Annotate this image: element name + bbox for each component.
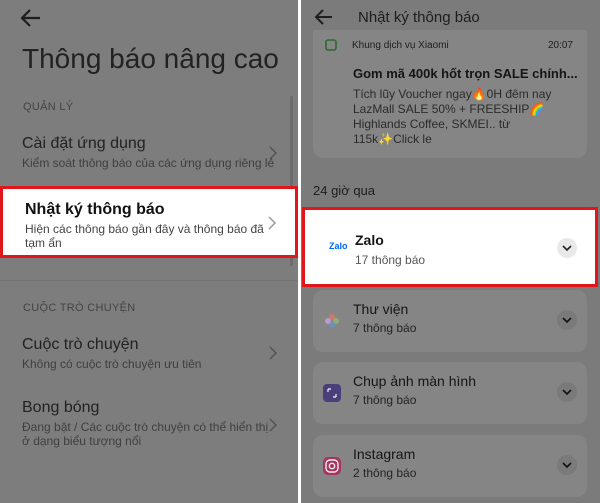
divider — [0, 280, 298, 281]
chevron-down-icon — [562, 317, 572, 324]
chevron-down-icon — [562, 462, 572, 469]
instagram-icon — [323, 457, 341, 475]
app-row-screenshot[interactable]: Chụp ảnh màn hình 7 thông báo — [313, 362, 587, 424]
notification-card[interactable]: Khung dịch vụ Xiaomi 20:07 Gom mã 400k h… — [313, 30, 587, 158]
gallery-icon — [325, 314, 339, 328]
app-name: Thư viện — [353, 301, 409, 317]
notification-body: Tích lũy Voucher ngay🔥0H đêm nay LazMall… — [353, 87, 552, 146]
notification-count: 2 thông báo — [353, 466, 417, 480]
back-arrow-icon[interactable] — [20, 8, 42, 28]
expand-button[interactable] — [557, 382, 577, 402]
notification-title: Gom mã 400k hốt trọn SALE chính... — [353, 66, 578, 81]
chevron-right-icon — [269, 346, 278, 360]
notification-app-name: Khung dịch vụ Xiaomi — [352, 40, 449, 51]
conversations-subtitle: Không có cuộc trò chuyện ưu tiên — [22, 357, 202, 371]
app-name: Zalo — [355, 232, 384, 248]
right-screen-notification-log: Nhật ký thông báo Khung dịch vụ Xiaomi 2… — [301, 0, 600, 503]
notification-count: 7 thông báo — [353, 393, 417, 407]
bubbles-title: Bong bóng — [22, 399, 100, 416]
notification-time: 20:07 — [547, 40, 573, 51]
svg-text:Zalo: Zalo — [329, 241, 348, 251]
section-label-24h: 24 giờ qua — [313, 183, 376, 198]
chevron-down-icon — [562, 245, 572, 252]
left-screen-advanced-notifications: Thông báo nâng cao QUẢN LÝ Cài đặt ứng d… — [0, 0, 298, 503]
expand-button[interactable] — [557, 238, 577, 258]
chevron-right-icon — [269, 418, 278, 432]
app-row-instagram[interactable]: Instagram 2 thông báo — [313, 435, 587, 497]
back-arrow-icon[interactable] — [314, 8, 334, 26]
app-name: Instagram — [353, 446, 416, 462]
chevron-down-icon — [562, 389, 572, 396]
bubbles-subtitle: Đang bật / Các cuộc trò chuyện có thể hi… — [22, 420, 269, 448]
conversations-item[interactable]: Cuộc trò chuyện Không có cuộc trò chuyện… — [0, 326, 298, 382]
app-settings-title: Cài đặt ứng dụng — [22, 135, 146, 152]
zalo-icon: Zalo — [329, 241, 348, 251]
notification-count: 17 thông báo — [355, 253, 426, 267]
conversations-title: Cuộc trò chuyện — [22, 336, 139, 353]
notification-log-item[interactable]: Nhật ký thông báo Hiện các thông báo gần… — [0, 186, 298, 258]
notification-log-title: Nhật ký thông báo — [25, 201, 165, 218]
chevron-right-icon — [269, 146, 278, 160]
section-label-conversations: CUỘC TRÒ CHUYỆN — [23, 302, 136, 314]
app-settings-item[interactable]: Cài đặt ứng dụng Kiểm soát thông báo của… — [0, 124, 298, 180]
expand-button[interactable] — [557, 310, 577, 330]
bubbles-item[interactable]: Bong bóng Đang bật / Các cuộc trò chuyện… — [0, 388, 298, 458]
app-row-zalo[interactable]: Zalo Zalo 17 thông báo — [302, 207, 598, 287]
chevron-right-icon — [268, 216, 277, 230]
header-title: Nhật ký thông báo — [358, 9, 480, 26]
notification-log-subtitle: Hiện các thông báo gần đây và thông báo … — [25, 222, 264, 250]
app-row-gallery[interactable]: Thư viện 7 thông báo — [313, 290, 587, 352]
notification-count: 7 thông báo — [353, 321, 417, 335]
expand-button[interactable] — [557, 455, 577, 475]
app-settings-subtitle: Kiểm soát thông báo của các ứng dụng riê… — [22, 156, 275, 170]
xiaomi-service-icon — [325, 39, 337, 51]
screenshot-icon — [323, 384, 341, 402]
app-name: Chụp ảnh màn hình — [353, 373, 476, 389]
section-label-manage: QUẢN LÝ — [23, 101, 74, 113]
page-title: Thông báo nâng cao — [22, 43, 279, 74]
